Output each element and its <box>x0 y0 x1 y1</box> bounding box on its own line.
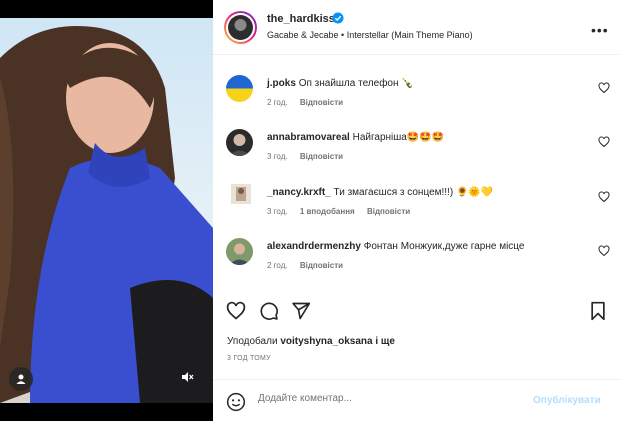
comment-username[interactable]: annabramovareal <box>267 132 350 143</box>
comment-text: j.poks Оп знайшла телефон 🍾 <box>267 78 414 89</box>
comment-input[interactable] <box>258 393 518 404</box>
comment-text: _nancy.krxft_ Ти змагаєшся з сонцем!!!) … <box>267 187 493 198</box>
comment: j.poks Оп знайшла телефон 🍾 2 год. Відпо… <box>213 75 620 123</box>
publish-button[interactable]: Опублікувати <box>533 395 601 406</box>
liked-by-user[interactable]: voityshyna_oksana <box>280 336 372 347</box>
share-send-icon[interactable] <box>291 301 311 321</box>
post-header: the_hardkiss Gacabe & Jecabe • Interstel… <box>213 0 620 55</box>
comment-text: alexandrdermenzhy Фонтан Монжуик,дуже га… <box>267 241 524 252</box>
reply-button[interactable]: Відповісти <box>300 98 343 107</box>
author-avatar[interactable] <box>224 11 257 44</box>
author-username[interactable]: the_hardkiss <box>267 13 335 25</box>
comment-time[interactable]: 2 год. <box>267 98 288 107</box>
user-icon <box>16 374 26 384</box>
comment-meta: 2 год. Відповісти <box>267 98 353 107</box>
comment-username[interactable]: j.poks <box>267 78 296 89</box>
like-comment-heart-icon[interactable] <box>598 191 610 203</box>
comment-avatar[interactable] <box>226 129 253 156</box>
post-media[interactable] <box>0 0 213 421</box>
post-actions <box>213 297 620 327</box>
post-timestamp[interactable]: 3 ГОД ТОМУ <box>227 355 271 362</box>
comment-bubble-icon[interactable] <box>259 301 279 321</box>
reply-button[interactable]: Відповісти <box>300 152 343 161</box>
likes-summary: Уподобали voityshyna_oksana і ще <box>227 336 395 347</box>
audio-track-link[interactable]: Gacabe & Jecabe • Interstellar (Main The… <box>267 30 473 40</box>
comment-time[interactable]: 3 год. <box>267 152 288 161</box>
comment-body: Фонтан Монжуик,дуже гарне місце <box>363 241 525 252</box>
comment-body: Ти змагаєшся з сонцем!!!) 🌻🌞💛 <box>333 187 494 198</box>
like-heart-icon[interactable] <box>226 301 246 321</box>
comment-body: Найгарніша🤩🤩🤩 <box>352 132 445 143</box>
comment-avatar[interactable] <box>226 238 253 265</box>
reply-button[interactable]: Відповісти <box>367 207 410 216</box>
ukraine-flag-icon <box>226 75 253 102</box>
comment-time[interactable]: 2 год. <box>267 261 288 270</box>
verified-badge-icon <box>332 12 344 24</box>
likes-others-link[interactable]: і ще <box>375 336 395 347</box>
comment-composer: Опублікувати <box>213 379 620 421</box>
reply-button[interactable]: Відповісти <box>300 261 343 270</box>
comment-avatar[interactable] <box>231 184 251 204</box>
profile-photo-icon <box>231 184 251 204</box>
mute-button[interactable] <box>175 365 199 389</box>
comment-likes-count[interactable]: 1 вподобання <box>300 207 355 216</box>
like-comment-heart-icon[interactable] <box>598 82 610 94</box>
comment-meta: 2 год. Відповісти <box>267 261 353 270</box>
comment-body: Оп знайшла телефон 🍾 <box>298 78 414 89</box>
comment: alexandrdermenzhy Фонтан Монжуик,дуже га… <box>213 238 620 286</box>
like-comment-heart-icon[interactable] <box>598 136 610 148</box>
post-photo <box>0 18 213 403</box>
comment-avatar[interactable] <box>226 75 253 102</box>
comment-username[interactable]: alexandrdermenzhy <box>267 241 361 252</box>
likes-prefix: Уподобали <box>227 336 278 347</box>
post-dialog: the_hardkiss Gacabe & Jecabe • Interstel… <box>0 0 620 421</box>
comment-text: annabramovareal Найгарніша🤩🤩🤩 <box>267 132 444 143</box>
comment: annabramovareal Найгарніша🤩🤩🤩 3 год. Від… <box>213 129 620 177</box>
comment-username[interactable]: _nancy.krxft_ <box>267 187 331 198</box>
save-bookmark-icon[interactable] <box>589 301 607 321</box>
profile-photo-icon <box>226 238 253 265</box>
comment-meta: 3 год. 1 вподобання Відповісти <box>267 207 420 216</box>
tagged-users-button[interactable] <box>9 367 33 391</box>
comment-meta: 3 год. Відповісти <box>267 152 353 161</box>
speaker-muted-icon <box>182 372 194 382</box>
more-options-button[interactable]: ••• <box>591 22 609 38</box>
like-comment-heart-icon[interactable] <box>598 245 610 257</box>
emoji-smiley-icon[interactable] <box>226 392 246 412</box>
profile-photo-icon <box>226 129 253 156</box>
comment: _nancy.krxft_ Ти змагаєшся з сонцем!!!) … <box>213 184 620 232</box>
comment-time[interactable]: 3 год. <box>267 207 288 216</box>
post-side-panel: the_hardkiss Gacabe & Jecabe • Interstel… <box>213 0 620 421</box>
